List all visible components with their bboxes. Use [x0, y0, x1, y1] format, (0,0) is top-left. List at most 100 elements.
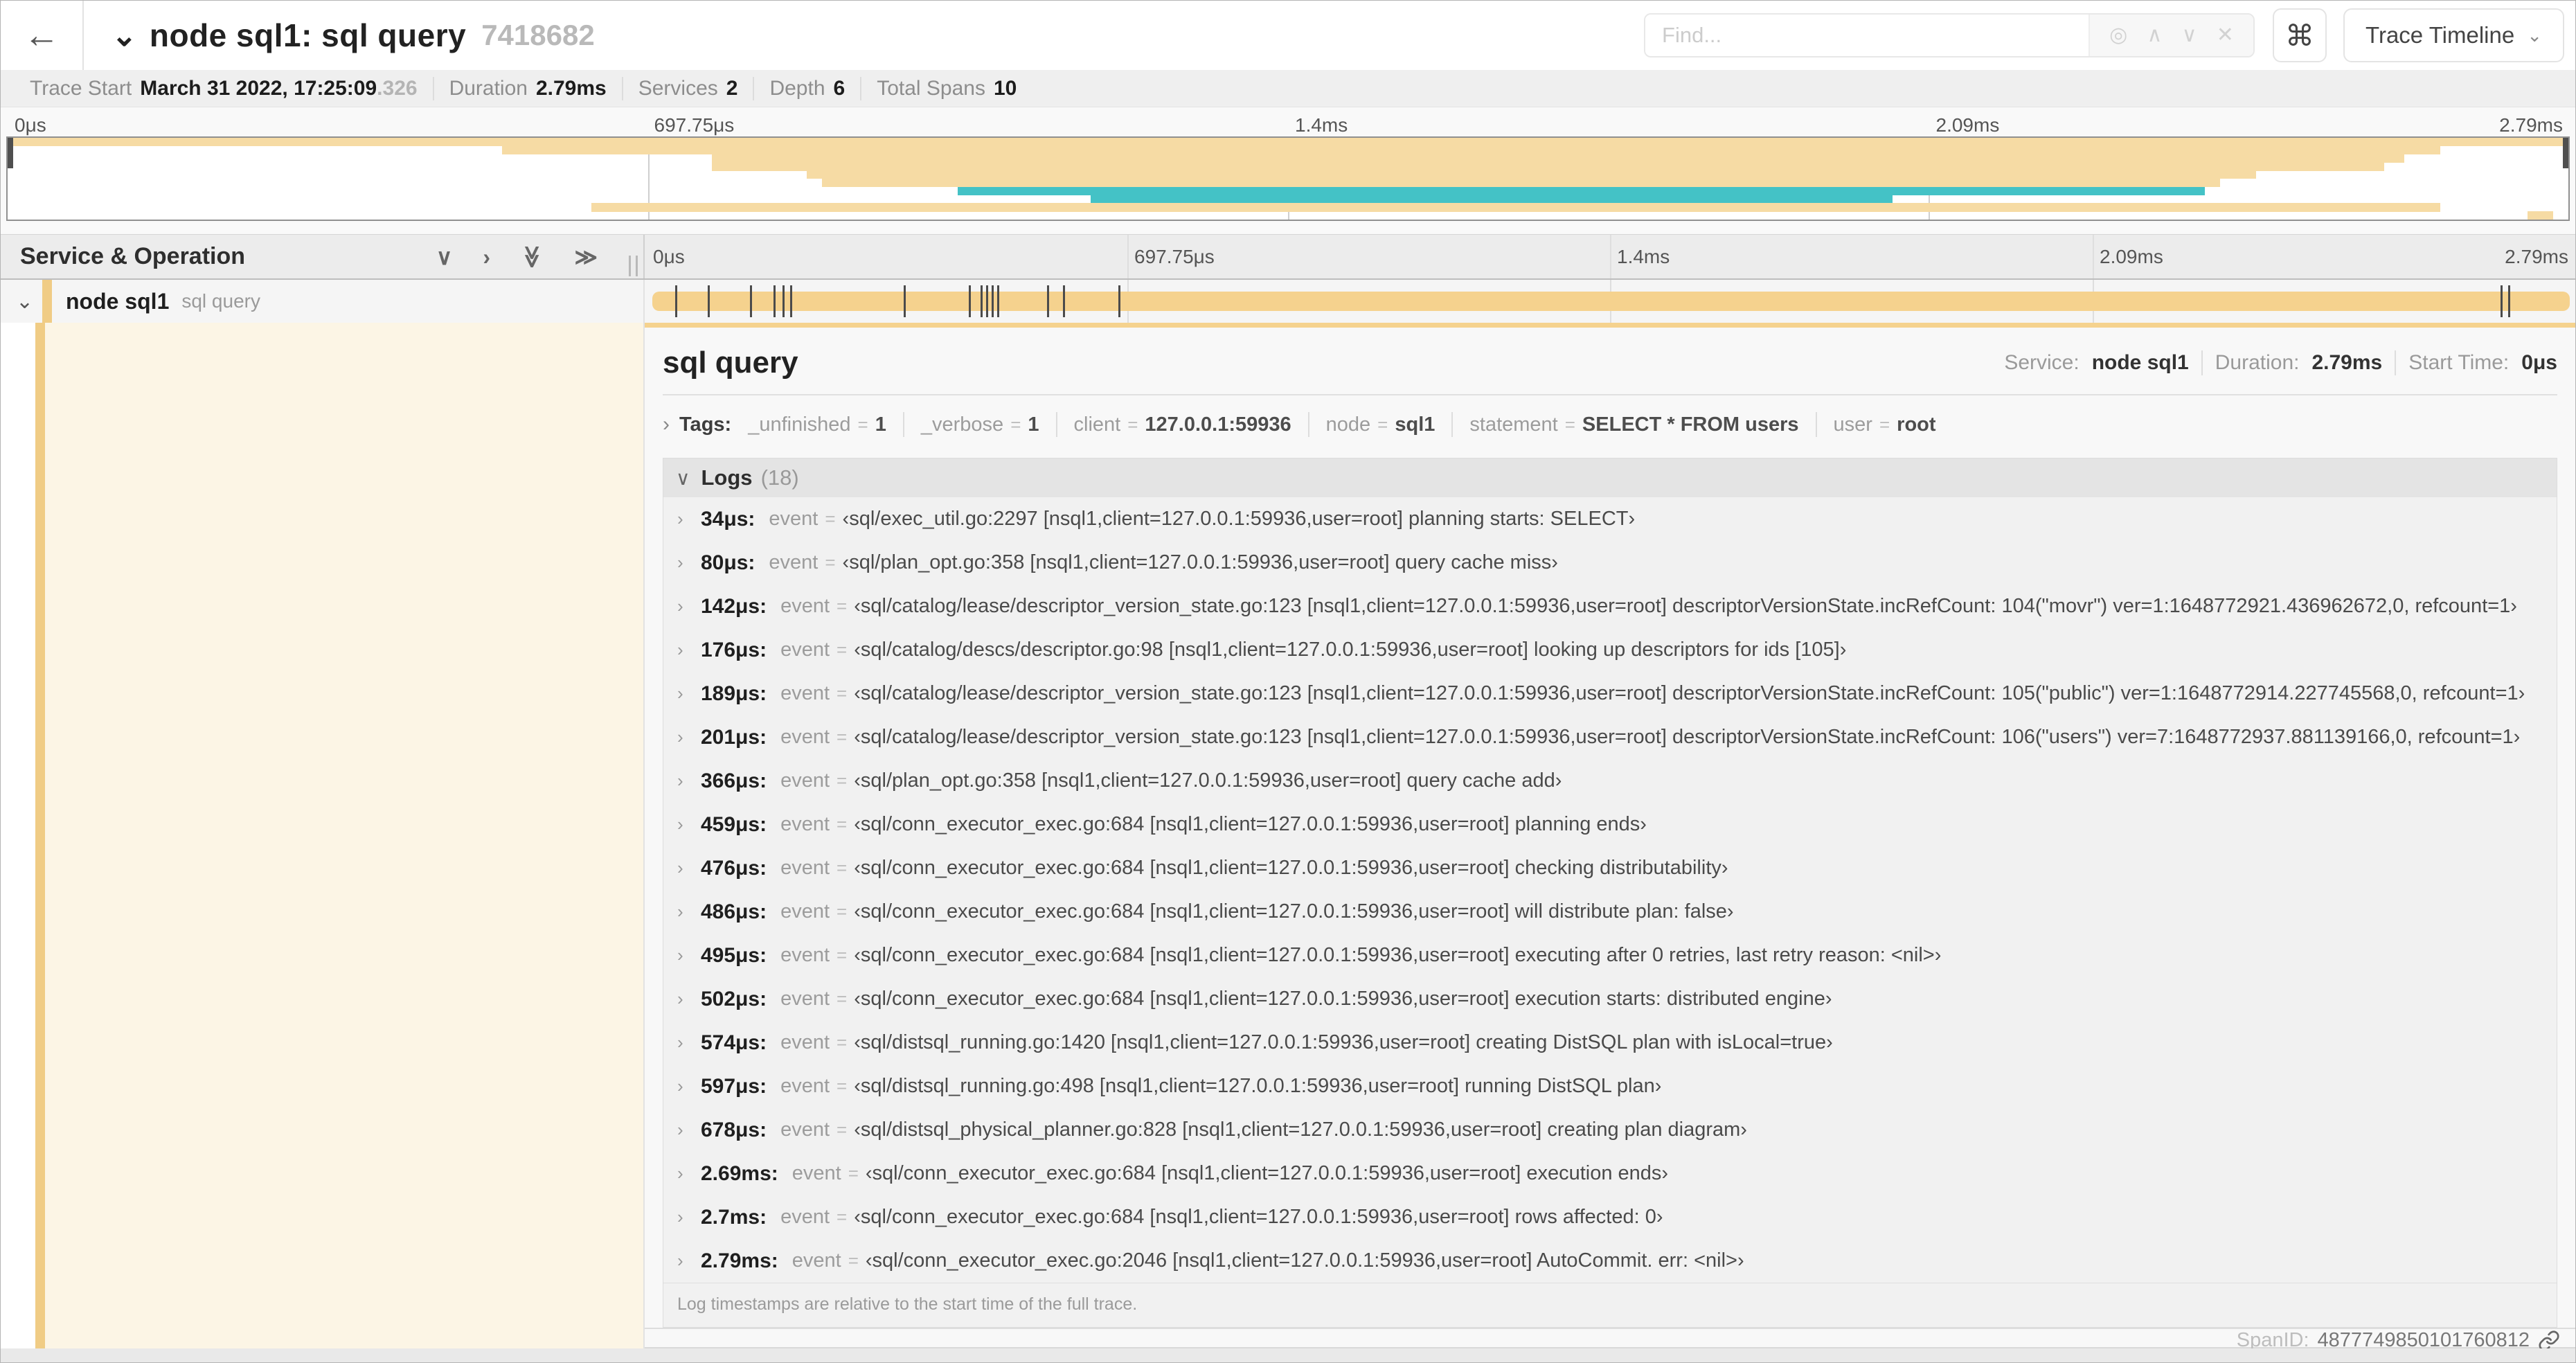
trace-view-selector[interactable]: Trace Timeline ⌄: [2343, 8, 2564, 62]
log-entry[interactable]: › 201μs: event = ‹sql/catalog/lease/desc…: [663, 715, 2557, 759]
tag-item: _verbose = 1: [904, 413, 1056, 436]
log-entry[interactable]: › 189μs: event = ‹sql/catalog/lease/desc…: [663, 672, 2557, 715]
log-marker[interactable]: [782, 285, 785, 317]
log-marker[interactable]: [675, 285, 678, 317]
summary-value: 10: [993, 76, 1017, 100]
log-marker[interactable]: [992, 285, 994, 317]
equals-sign: =: [837, 901, 848, 922]
summary-value: March 31 2022, 17:25:09: [140, 76, 377, 100]
log-entry[interactable]: › 80μs: event = ‹sql/plan_opt.go:358 [ns…: [663, 541, 2557, 585]
log-timestamp: 366μs:: [701, 769, 767, 792]
keyboard-shortcuts-button[interactable]: ⌘: [2273, 8, 2327, 62]
span-duration-bar[interactable]: [652, 292, 2570, 311]
log-marker[interactable]: [985, 285, 988, 317]
collapse-one-icon[interactable]: ∨: [436, 246, 452, 268]
log-entry[interactable]: › 142μs: event = ‹sql/catalog/lease/desc…: [663, 585, 2557, 628]
log-entry[interactable]: › 2.69ms: event = ‹sql/conn_executor_exe…: [663, 1152, 2557, 1195]
chevron-right-icon: ›: [677, 683, 683, 704]
chevron-right-icon: ›: [677, 814, 683, 835]
minimap-scrubber-right[interactable]: [2563, 138, 2568, 168]
log-marker[interactable]: [750, 285, 753, 317]
summary-label: Total Spans: [877, 76, 985, 100]
equals-sign: =: [837, 770, 848, 791]
log-timestamp: 678μs:: [701, 1118, 767, 1141]
equals-sign: =: [837, 1076, 848, 1096]
log-entry[interactable]: › 678μs: event = ‹sql/distsql_physical_p…: [663, 1108, 2557, 1152]
clear-search-icon[interactable]: ✕: [2217, 25, 2234, 46]
log-entry[interactable]: › 574μs: event = ‹sql/distsql_running.go…: [663, 1021, 2557, 1064]
span-service-name[interactable]: node sql1: [66, 289, 169, 314]
log-entry[interactable]: › 2.79ms: event = ‹sql/conn_executor_exe…: [663, 1239, 2557, 1283]
detail-operation-title: sql query: [663, 346, 798, 380]
log-message: ‹sql/catalog/lease/descriptor_version_st…: [854, 682, 2525, 704]
log-marker[interactable]: [997, 285, 1000, 317]
tick-label: 2.09ms: [2100, 246, 2163, 267]
tag-item: user = root: [1817, 413, 1953, 436]
equals-sign: =: [848, 1250, 859, 1271]
duration-label: Duration:: [2215, 351, 2300, 374]
log-entry[interactable]: › 366μs: event = ‹sql/plan_opt.go:358 [n…: [663, 759, 2557, 803]
span-operation-name[interactable]: sql query: [181, 290, 260, 312]
log-marker[interactable]: [773, 285, 776, 317]
log-marker[interactable]: [2508, 285, 2511, 317]
span-row[interactable]: ⌄ node sql1 sql query: [1, 280, 2575, 323]
chevron-right-icon: ›: [663, 413, 670, 436]
log-entry[interactable]: › 502μs: event = ‹sql/conn_executor_exec…: [663, 977, 2557, 1021]
minimap-span-bar: [821, 179, 2221, 188]
log-marker[interactable]: [1062, 285, 1065, 317]
span-collapse-icon[interactable]: ⌄: [16, 289, 37, 314]
log-entry[interactable]: › 476μs: event = ‹sql/conn_executor_exec…: [663, 846, 2557, 890]
log-entry[interactable]: › 176μs: event = ‹sql/catalog/descs/desc…: [663, 628, 2557, 672]
expand-all-icon[interactable]: ≫: [575, 246, 598, 268]
log-entry[interactable]: › 459μs: event = ‹sql/conn_executor_exec…: [663, 803, 2557, 846]
logs-accordion-header[interactable]: ∨ Logs (18): [663, 458, 2557, 497]
next-result-icon[interactable]: ∨: [2182, 25, 2197, 46]
log-key: event: [780, 900, 830, 923]
expand-one-icon[interactable]: ›: [483, 246, 490, 268]
log-marker[interactable]: [1047, 285, 1050, 317]
prev-result-icon[interactable]: ∧: [2147, 25, 2162, 46]
log-entry[interactable]: › 486μs: event = ‹sql/conn_executor_exec…: [663, 890, 2557, 934]
title-collapse-icon[interactable]: ⌄: [111, 18, 137, 53]
log-entry[interactable]: › 495μs: event = ‹sql/conn_executor_exec…: [663, 934, 2557, 977]
minimap-canvas[interactable]: [6, 136, 2570, 221]
log-key: event: [780, 769, 830, 792]
tags-accordion[interactable]: › Tags: _unfinished = 1 _verbose = 1 cli…: [663, 412, 2557, 437]
chevron-down-icon: ∨: [676, 467, 690, 489]
log-message: ‹sql/exec_util.go:2297 [nsql1,client=127…: [842, 508, 1636, 530]
command-icon: ⌘: [2285, 19, 2315, 52]
log-marker[interactable]: [708, 285, 710, 317]
summary-item: Trace Start March 31 2022, 17:25:09.326: [15, 77, 433, 100]
log-marker[interactable]: [968, 285, 971, 317]
summary-item: Total Spans 10: [861, 77, 1032, 100]
log-marker[interactable]: [980, 285, 983, 317]
tag-value: 1: [875, 413, 886, 436]
equals-sign: =: [837, 1119, 848, 1140]
detail-header: sql query Service: node sql1 Duration: 2…: [645, 328, 2575, 380]
duration-value: 2.79ms: [2311, 351, 2383, 374]
log-timestamp: 495μs:: [701, 943, 767, 967]
back-button[interactable]: ←: [1, 1, 84, 70]
minimap-span-bar: [957, 186, 2205, 196]
chevron-right-icon: ›: [677, 727, 683, 747]
log-entry[interactable]: › 2.7ms: event = ‹sql/conn_executor_exec…: [663, 1195, 2557, 1239]
log-marker[interactable]: [1118, 285, 1120, 317]
divider: [2395, 350, 2397, 375]
top-bar: ← ⌄ node sql1: sql query 7418682 ◎ ∧ ∨ ✕…: [1, 1, 2575, 70]
tag-value: sql1: [1395, 413, 1435, 436]
minimap-scrubber-left[interactable]: [8, 138, 13, 168]
chevron-down-icon: ⌄: [2527, 24, 2542, 46]
log-marker[interactable]: [790, 285, 793, 317]
minimap-span-bar: [711, 162, 2384, 171]
log-marker[interactable]: [903, 285, 906, 317]
column-resizer-grip[interactable]: [629, 256, 638, 276]
find-tools: ◎ ∧ ∨ ✕: [2088, 15, 2254, 56]
locate-icon[interactable]: ◎: [2109, 25, 2127, 46]
log-entry[interactable]: › 597μs: event = ‹sql/distsql_running.go…: [663, 1064, 2557, 1108]
find-input[interactable]: [1645, 15, 2089, 56]
chevron-right-icon: ›: [677, 945, 683, 965]
log-entry[interactable]: › 34μs: event = ‹sql/exec_util.go:2297 […: [663, 497, 2557, 541]
log-marker[interactable]: [2500, 285, 2503, 317]
collapse-all-icon[interactable]: ≫: [520, 245, 545, 269]
summary-item: Duration 2.79ms: [434, 77, 622, 100]
